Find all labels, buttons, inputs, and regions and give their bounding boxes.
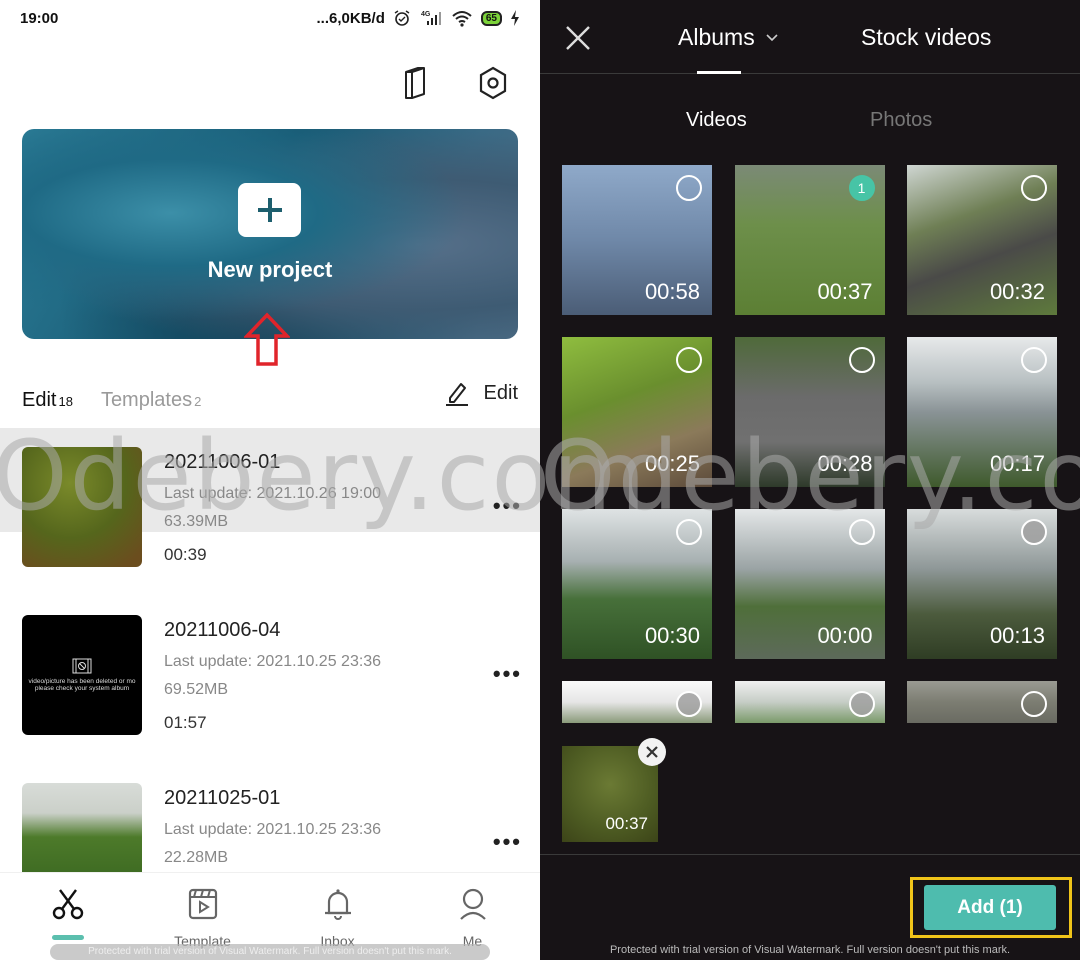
red-arrow-annotation-icon — [244, 312, 290, 366]
project-tabs: Edit 18 Templates 2 Edit — [22, 380, 518, 412]
more-options-button[interactable]: ••• — [493, 493, 522, 519]
project-size: 63.39MB — [164, 513, 229, 530]
project-thumbnail: video/picture has been deleted or mo ple… — [22, 615, 142, 735]
battery-indicator: 65 — [480, 10, 502, 26]
select-checkbox[interactable] — [848, 691, 875, 717]
video-tile[interactable]: 00:13 — [907, 509, 1057, 659]
select-checkbox[interactable] — [676, 347, 702, 373]
video-duration: 00:30 — [644, 623, 700, 648]
select-checkbox[interactable] — [1021, 519, 1047, 545]
edit-button[interactable]: Edit — [444, 380, 518, 406]
video-duration: 00:37 — [817, 279, 873, 304]
new-project-button[interactable]: New project — [22, 129, 518, 339]
selection-tray-divider — [540, 854, 1080, 855]
select-checkbox[interactable] — [676, 175, 702, 201]
template-icon — [188, 888, 217, 920]
select-checkbox[interactable] — [848, 519, 875, 545]
remove-selected-button[interactable] — [638, 738, 666, 766]
signal-icon: 4G — [421, 11, 441, 25]
network-speed: ...6,0KB/d — [316, 9, 385, 27]
project-last-update: Last update: 2021.10.25 23:36 — [164, 821, 382, 838]
select-checkbox[interactable] — [1021, 175, 1047, 201]
project-last-update: Last update: 2021.10.25 23:36 — [164, 653, 382, 670]
project-last-update: Last update: 2021.10.26 19:00 — [164, 485, 382, 502]
close-icon — [646, 746, 658, 758]
video-tile[interactable] — [562, 681, 712, 723]
person-icon — [459, 888, 486, 920]
selected-clip-duration: 00:37 — [605, 814, 648, 833]
video-duration: 00:00 — [817, 623, 873, 648]
active-tab-indicator — [51, 935, 84, 940]
status-time: 19:00 — [20, 9, 59, 27]
select-checkbox[interactable] — [848, 347, 875, 373]
project-item[interactable]: video/picture has been deleted or mo ple… — [22, 615, 522, 735]
project-duration: 00:39 — [164, 545, 207, 564]
project-duration: 01:57 — [164, 713, 207, 732]
missing-media-message: video/picture has been deleted or mo ple… — [28, 678, 136, 692]
pencil-icon — [445, 383, 468, 406]
alarm-icon — [394, 10, 410, 26]
scissors-icon — [52, 889, 83, 920]
video-tile[interactable] — [734, 681, 885, 723]
trial-watermark-notice: Protected with trial version of Visual W… — [609, 944, 1011, 956]
tab-albums[interactable]: Albums — [678, 24, 779, 51]
picker-header: Albums Stock videos — [540, 0, 1080, 74]
more-options-button[interactable]: ••• — [493, 829, 522, 855]
add-button[interactable]: Add (1) — [924, 885, 1056, 930]
video-tile[interactable]: 00:30 — [562, 509, 712, 659]
select-checkbox[interactable] — [676, 519, 702, 545]
capcut-home-screen: 19:00 ...6,0KB/d 4G 65 New project Edit 1… — [0, 0, 540, 960]
video-tile[interactable]: 00:00 — [734, 509, 885, 659]
subtab-videos[interactable]: Videos — [686, 109, 747, 132]
video-tile[interactable] — [907, 681, 1057, 723]
video-tile[interactable]: 00:25 — [562, 337, 712, 487]
plus-icon — [238, 183, 301, 237]
settings-hex-icon[interactable] — [476, 64, 510, 102]
tab-stock-videos[interactable]: Stock videos — [861, 24, 991, 51]
video-duration: 00:17 — [989, 451, 1045, 476]
video-tile[interactable]: 00:32 — [907, 165, 1057, 315]
new-project-label: New project — [207, 257, 333, 282]
bell-icon — [324, 889, 351, 920]
selection-order-badge[interactable]: 1 — [848, 175, 875, 201]
select-checkbox[interactable] — [1021, 691, 1047, 717]
project-name: 20211006-01 — [164, 451, 281, 473]
missing-media-icon — [72, 658, 92, 674]
project-size: 22.28MB — [164, 849, 229, 866]
svg-text:4G: 4G — [421, 11, 431, 18]
charging-icon — [511, 10, 519, 26]
trial-watermark-notice: Protected with trial version of Visual W… — [50, 944, 490, 960]
project-name: 20211006-04 — [164, 619, 281, 641]
close-icon[interactable] — [564, 24, 592, 52]
more-options-button[interactable]: ••• — [493, 661, 522, 687]
subtab-photos[interactable]: Photos — [870, 109, 932, 132]
project-name: 20211025-01 — [164, 787, 281, 809]
project-item[interactable]: 20211006-01 Last update: 2021.10.26 19:0… — [22, 447, 522, 567]
video-duration: 00:28 — [817, 451, 873, 476]
tab-templates[interactable]: Templates 2 — [101, 389, 201, 412]
media-picker-screen: Albums Stock videos Videos Photos 00:58 1… — [540, 0, 1080, 960]
video-duration: 00:58 — [644, 279, 700, 304]
project-thumbnail — [22, 447, 142, 567]
tab-edit[interactable]: Edit 18 — [22, 389, 73, 412]
select-checkbox[interactable] — [1021, 347, 1047, 373]
chevron-down-icon — [766, 33, 778, 41]
video-duration: 00:13 — [989, 623, 1045, 648]
video-tile[interactable]: 1 00:37 — [734, 165, 885, 315]
video-tile[interactable]: 00:28 — [734, 337, 885, 487]
video-duration: 00:32 — [989, 279, 1045, 304]
active-tab-underline — [697, 71, 741, 74]
video-duration: 00:25 — [644, 451, 700, 476]
video-tile[interactable]: 00:58 — [562, 165, 712, 315]
select-checkbox[interactable] — [676, 691, 702, 717]
book-icon[interactable] — [398, 64, 432, 102]
wifi-icon — [452, 11, 472, 27]
status-bar: 19:00 ...6,0KB/d 4G 65 — [0, 0, 540, 36]
project-size: 69.52MB — [164, 681, 229, 698]
video-tile[interactable]: 00:17 — [907, 337, 1057, 487]
